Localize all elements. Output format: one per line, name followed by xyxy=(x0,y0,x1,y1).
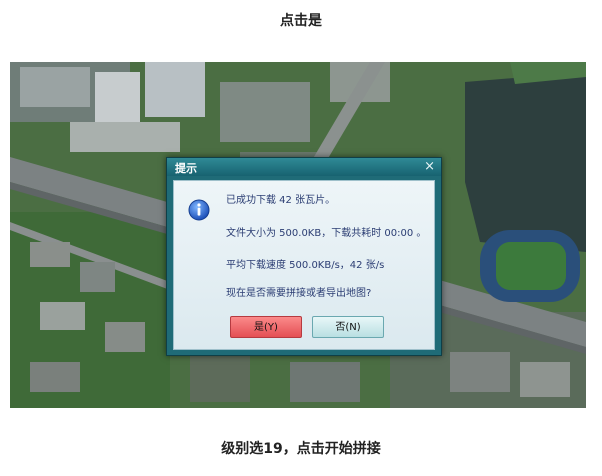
info-icon xyxy=(188,199,210,221)
no-button[interactable]: 否(N) xyxy=(312,316,384,338)
dialog-body: 已成功下载 42 张瓦片。 文件大小为 500.0KB，下载共耗时 00:00 … xyxy=(173,180,435,350)
dialog-titlebar[interactable]: 提示 × xyxy=(167,158,441,176)
message-question: 现在是否需要拼接或者导出地图? xyxy=(226,288,372,299)
bottom-caption: 级别选19，点击开始拼接 xyxy=(221,441,381,457)
prompt-dialog: 提示 × 已成功下载 42 张瓦片。 文件大小为 500.0KB，下载共耗时 0… xyxy=(166,157,442,356)
dialog-title: 提示 xyxy=(175,162,197,175)
close-icon[interactable]: × xyxy=(424,158,435,176)
page: 点击是 提示 × 已成功下载 42 张瓦片。 文件大小为 500.0KB，下载共… xyxy=(0,0,602,476)
top-caption: 点击是 xyxy=(280,13,322,29)
message-file-size: 文件大小为 500.0KB，下载共耗时 00:00 。 xyxy=(226,228,427,239)
message-downloaded: 已成功下载 42 张瓦片。 xyxy=(226,195,336,206)
message-speed: 平均下载速度 500.0KB/s，42 张/s xyxy=(226,260,385,271)
yes-button[interactable]: 是(Y) xyxy=(230,316,302,338)
